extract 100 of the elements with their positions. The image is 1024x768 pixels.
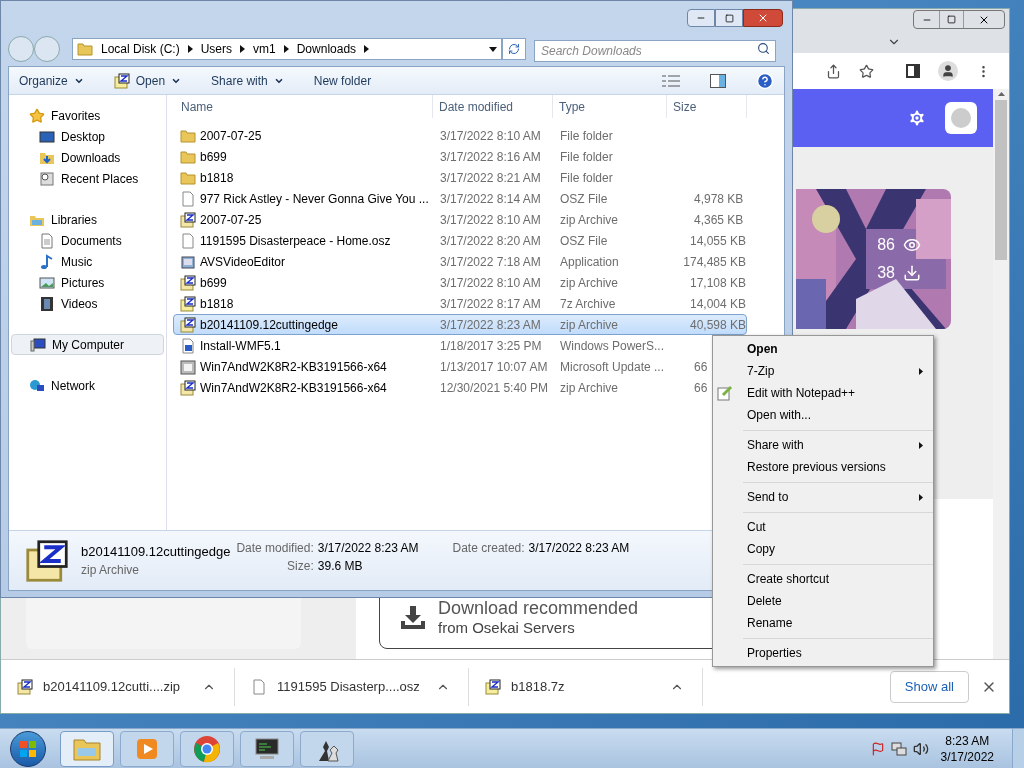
details-label: Date modified: bbox=[236, 540, 314, 557]
maximize-button[interactable] bbox=[715, 9, 743, 27]
file-row[interactable]: 2007-07-25 3/17/2022 8:10 AM File folder bbox=[173, 125, 747, 146]
file-row[interactable]: 1191595 Disasterpeace - Home.osz 3/17/2022 8:20 AM OSZ File 14,055 KB bbox=[173, 230, 747, 251]
toolbar-button[interactable]: Share with bbox=[211, 71, 284, 90]
file-name: Win7AndW2K8R2-KB3191566-x64 bbox=[200, 358, 387, 376]
download-item[interactable]: b1818.7z bbox=[469, 667, 703, 706]
file-row[interactable]: 977 Rick Astley - Never Gonna Give You ... 3/17/2022 8:14 AM OSZ File 4,978 KB bbox=[173, 188, 747, 209]
address-bar[interactable]: Local Disk (C:) Users vm1 Downloads bbox=[72, 38, 502, 60]
breadcrumb-item[interactable]: Local Disk (C:) bbox=[101, 40, 180, 58]
clock[interactable]: 8:23 AM 3/17/2022 bbox=[940, 732, 994, 765]
folder-icon bbox=[180, 169, 196, 186]
taskbar-button[interactable] bbox=[240, 730, 294, 767]
maximize-icon[interactable] bbox=[947, 15, 956, 24]
nav-item[interactable]: Videos bbox=[9, 293, 166, 314]
nav-item[interactable]: Music bbox=[9, 251, 166, 272]
nav-item[interactable]: Libraries bbox=[11, 209, 164, 230]
side-panel-icon[interactable] bbox=[906, 64, 920, 78]
start-button[interactable] bbox=[10, 730, 46, 767]
nav-item[interactable]: Downloads bbox=[9, 147, 166, 168]
date-cell-text: 3/17/2022 8:23 AM bbox=[439, 316, 542, 334]
toolbar-button[interactable]: Open bbox=[113, 71, 182, 90]
breadcrumb-arrow-icon[interactable] bbox=[187, 45, 193, 53]
taskbar-button[interactable] bbox=[300, 730, 354, 767]
type-cell-text: 7z Archive bbox=[559, 295, 617, 313]
file-name: Win7AndW2K8R2-KB3191566-x64 bbox=[200, 379, 387, 397]
search-field[interactable]: Search Downloads bbox=[534, 40, 776, 62]
archive-icon bbox=[485, 678, 501, 695]
nav-item[interactable]: Pictures bbox=[9, 272, 166, 293]
bookmark-star-icon[interactable] bbox=[859, 63, 874, 79]
file-row[interactable]: AVSVideoEditor 3/17/2022 7:18 AM Application 174,485 KB bbox=[173, 251, 747, 272]
share-icon[interactable] bbox=[826, 63, 841, 79]
nav-item[interactable]: Desktop bbox=[9, 126, 166, 147]
file-name: b699 bbox=[200, 148, 227, 166]
settings-icon[interactable] bbox=[907, 108, 927, 128]
download-item[interactable]: 1191595 Disasterp....osz bbox=[235, 667, 469, 706]
scroll-up-arrow-icon[interactable] bbox=[997, 92, 1005, 96]
breadcrumb-arrow-icon[interactable] bbox=[283, 45, 289, 53]
menu-item[interactable]: 7-Zip bbox=[713, 360, 933, 382]
nav-item[interactable]: Favorites bbox=[11, 105, 164, 126]
network-icon[interactable] bbox=[890, 741, 907, 756]
archive-icon bbox=[180, 379, 196, 396]
profile-icon[interactable] bbox=[938, 61, 958, 81]
type-cell-text: Windows PowerS... bbox=[559, 337, 666, 355]
avatar[interactable] bbox=[945, 102, 977, 134]
nav-item[interactable]: My Computer bbox=[11, 334, 164, 355]
menu-item[interactable]: Copy bbox=[713, 538, 933, 560]
search-icon[interactable] bbox=[757, 42, 770, 55]
help-icon[interactable] bbox=[756, 71, 774, 90]
minimize-button[interactable] bbox=[687, 9, 715, 27]
menu-item[interactable]: Restore previous versions bbox=[713, 456, 933, 478]
volume-icon[interactable] bbox=[912, 740, 929, 757]
flag-icon[interactable] bbox=[870, 741, 885, 756]
file-name: AVSVideoEditor bbox=[200, 253, 285, 271]
file-row[interactable]: b699 3/17/2022 8:16 AM File folder bbox=[173, 146, 747, 167]
type-cell-text: zip Archive bbox=[559, 211, 620, 229]
menu-item[interactable]: Open bbox=[713, 338, 933, 360]
size-cell-text: 66 bbox=[694, 358, 708, 376]
download-icon bbox=[903, 264, 921, 282]
archive-icon bbox=[180, 316, 196, 333]
size-cell-text: 66 bbox=[694, 379, 708, 397]
menu-item[interactable]: Send to bbox=[713, 486, 933, 508]
monitor-icon bbox=[252, 735, 282, 762]
column-header[interactable]: Date modified bbox=[433, 95, 553, 118]
size-cell-text: 40,598 KB bbox=[689, 316, 746, 334]
show-all-button[interactable]: Show all bbox=[889, 670, 969, 703]
menu-item[interactable]: Create shortcut bbox=[713, 568, 933, 590]
breadcrumb-arrow-icon[interactable] bbox=[364, 45, 370, 53]
breadcrumb-item[interactable]: Users bbox=[200, 40, 233, 58]
toolbar-button[interactable]: New folder bbox=[313, 71, 372, 90]
breadcrumb-arrow-icon[interactable] bbox=[240, 45, 246, 53]
file-row[interactable]: b1818 3/17/2022 8:17 AM 7z Archive 14,004 KB bbox=[173, 293, 747, 314]
refresh-button[interactable] bbox=[502, 38, 526, 60]
type-cell-text: OSZ File bbox=[559, 232, 609, 250]
scrollbar[interactable] bbox=[993, 89, 1009, 659]
column-header[interactable]: Size bbox=[667, 95, 747, 118]
column-header[interactable]: Type bbox=[553, 95, 667, 118]
column-header[interactable]: Name bbox=[173, 95, 433, 118]
type-cell-text: File folder bbox=[559, 148, 614, 166]
menu-item[interactable]: Cut bbox=[713, 516, 933, 538]
breadcrumb-item[interactable]: vm1 bbox=[253, 40, 276, 58]
nav-item[interactable]: Documents bbox=[9, 230, 166, 251]
toolbar-button[interactable]: Organize bbox=[19, 71, 84, 90]
file-row[interactable]: b20141109.12cuttingedge 3/17/2022 8:23 AM zip Archive 40,598 KB bbox=[173, 314, 747, 335]
close-button[interactable] bbox=[743, 9, 783, 27]
menu-item[interactable]: Edit with Notepad++ bbox=[713, 382, 933, 404]
nav-item[interactable]: Network bbox=[11, 375, 164, 396]
download-item[interactable]: b20141109.12cutti....zip bbox=[1, 667, 235, 706]
file-row[interactable]: b699 3/17/2022 8:10 AM zip Archive 17,108 KB bbox=[173, 272, 747, 293]
notepad-icon bbox=[717, 385, 733, 401]
nav-item[interactable]: Recent Places bbox=[9, 168, 166, 189]
file-row[interactable]: 2007-07-25 3/17/2022 8:10 AM zip Archive 4,365 KB bbox=[173, 209, 747, 230]
scroll-thumb[interactable] bbox=[995, 100, 1007, 260]
menu-item[interactable]: Open with... bbox=[713, 404, 933, 426]
file-row[interactable]: b1818 3/17/2022 8:21 AM File folder bbox=[173, 167, 747, 188]
preview-pane-icon[interactable] bbox=[710, 73, 726, 88]
menu-item[interactable]: Share with bbox=[713, 434, 933, 456]
size-cell-text: 174,485 KB bbox=[683, 253, 746, 271]
breadcrumb-item[interactable]: Downloads bbox=[296, 40, 357, 58]
dropdown-arrow-icon[interactable] bbox=[489, 46, 497, 52]
